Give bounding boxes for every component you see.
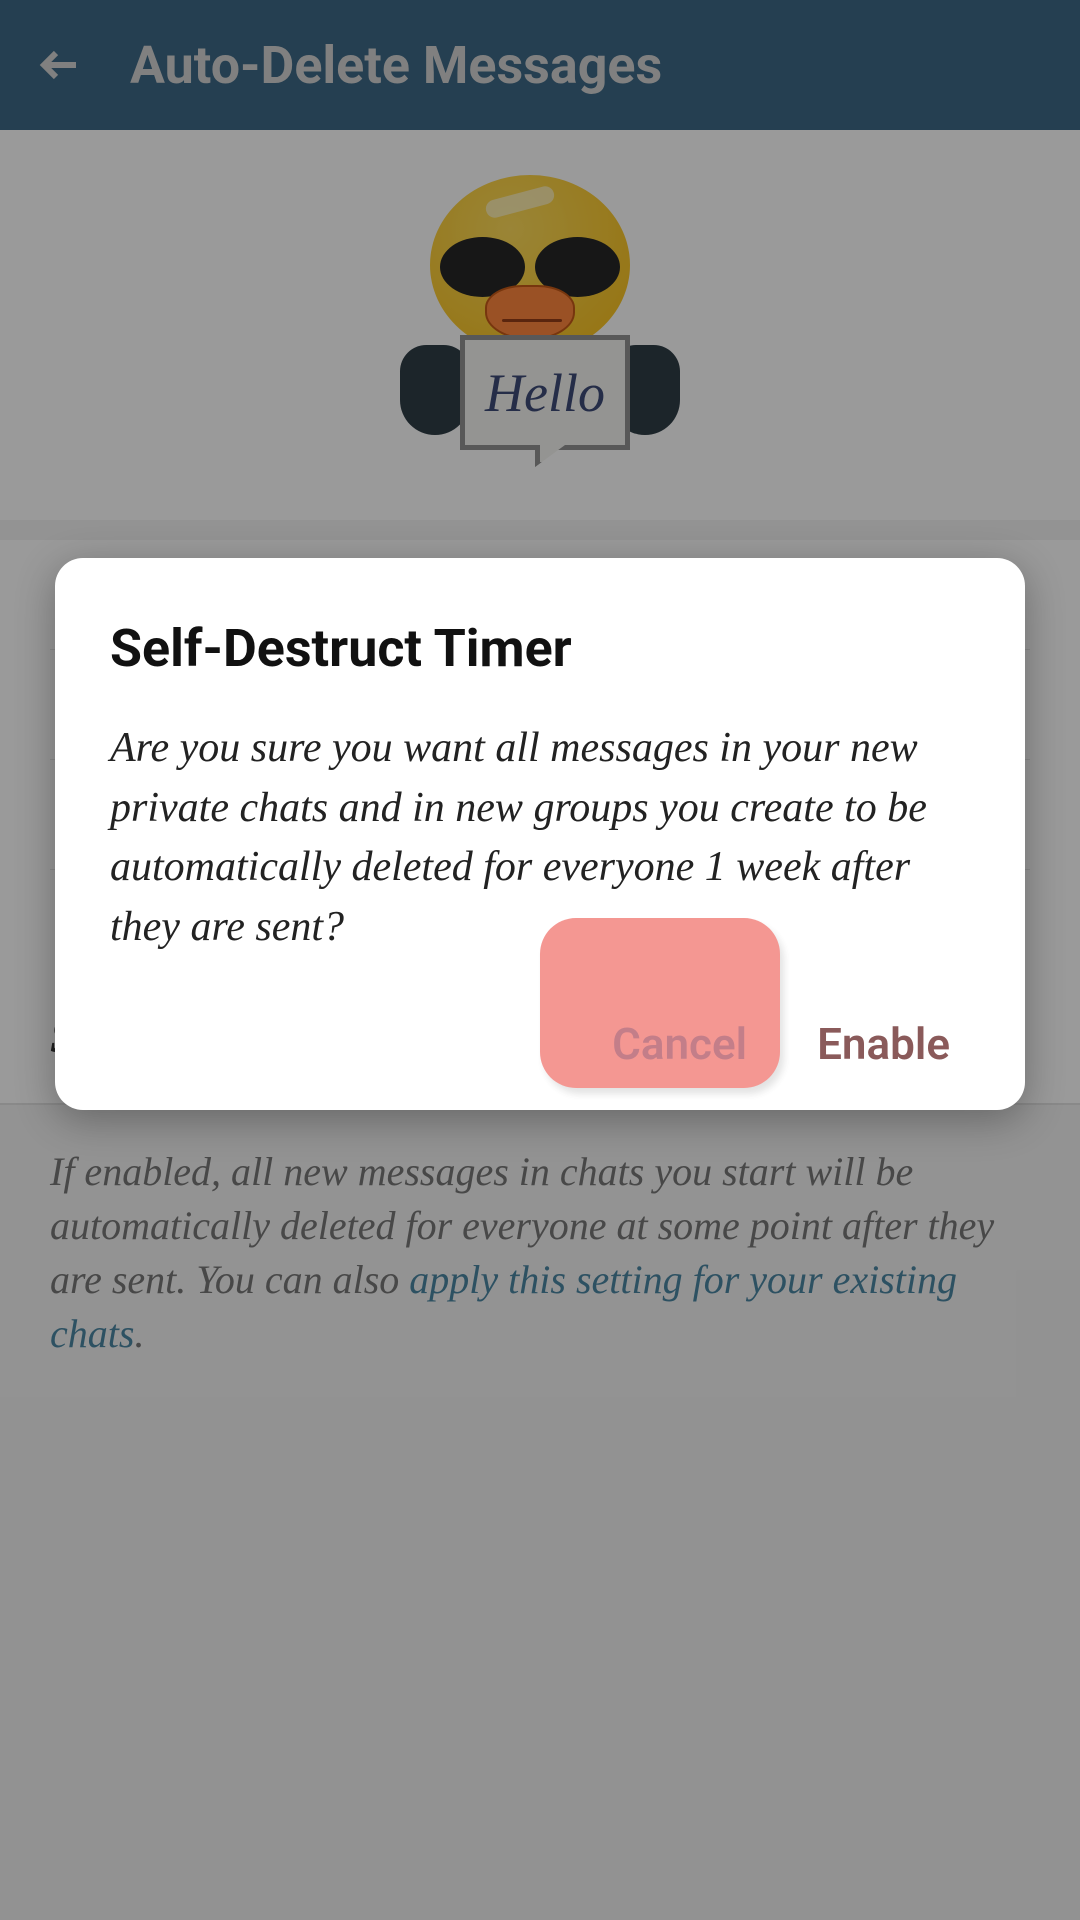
dialog-title: Self-Destruct Timer [110, 618, 970, 679]
self-destruct-dialog: Self-Destruct Timer Are you sure you wan… [55, 558, 1025, 1110]
cancel-button[interactable]: Cancel [612, 1018, 747, 1070]
enable-button[interactable]: Enable [817, 1018, 950, 1070]
dialog-actions: Cancel Enable [110, 1018, 970, 1070]
dialog-body: Are you sure you want all messages in yo… [110, 719, 970, 958]
